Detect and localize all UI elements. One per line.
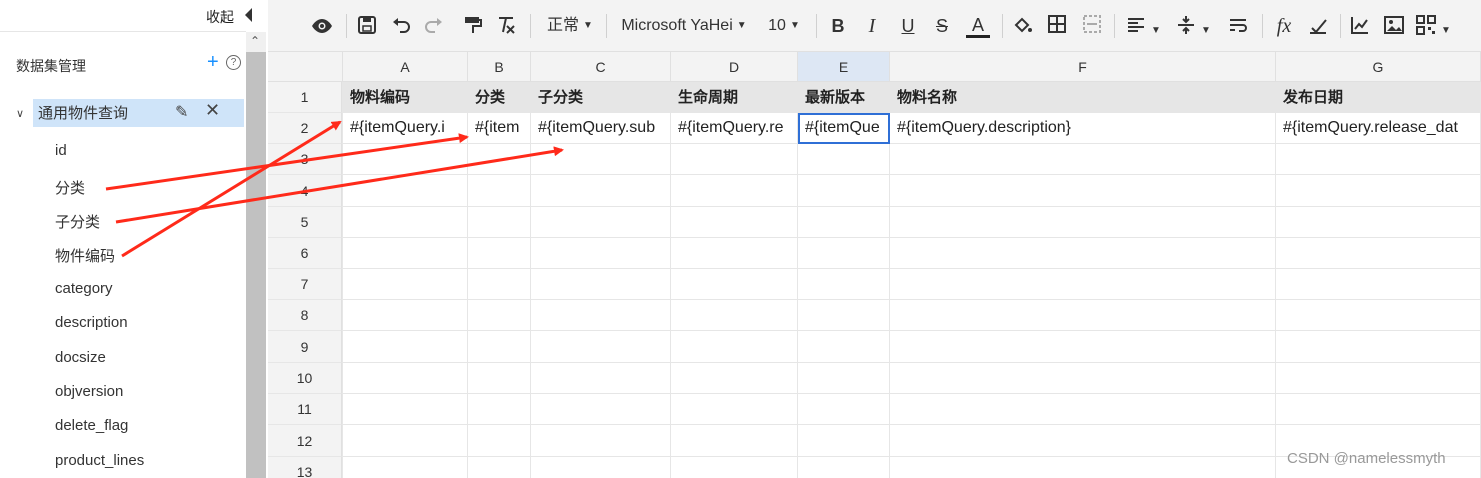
dataset-field[interactable]: product_lines bbox=[55, 452, 144, 469]
row-header[interactable]: 9 bbox=[268, 331, 342, 363]
row-header[interactable]: 3 bbox=[268, 144, 342, 175]
header-cell[interactable]: 发布日期 bbox=[1276, 82, 1480, 112]
selected-cell-outline bbox=[798, 113, 890, 144]
data-cell[interactable]: #{item bbox=[468, 113, 530, 143]
row-header[interactable]: 6 bbox=[268, 238, 342, 269]
row-header[interactable]: 1 bbox=[268, 82, 342, 113]
formula-button[interactable]: fx bbox=[1272, 14, 1296, 38]
dataset-field[interactable]: category bbox=[55, 280, 113, 297]
scrollbar-thumb[interactable] bbox=[246, 52, 266, 478]
dataset-manager-title: 数据集管理 bbox=[16, 58, 86, 74]
data-cell[interactable]: #{itemQuery.re bbox=[671, 113, 797, 143]
data-cell[interactable]: #{itemQuery.description} bbox=[890, 113, 1275, 143]
clear-format-icon[interactable] bbox=[494, 14, 518, 38]
column-header-d[interactable]: D bbox=[671, 52, 798, 82]
panel-scrollbar[interactable]: ⌃ bbox=[246, 32, 266, 478]
header-cell[interactable]: 最新版本 bbox=[798, 82, 889, 112]
merge-cells-icon[interactable] bbox=[1080, 14, 1104, 38]
fill-color-icon[interactable] bbox=[1010, 14, 1034, 38]
header-cell[interactable]: 物料名称 bbox=[890, 82, 1275, 112]
font-size-dropdown[interactable]: 10 ▼ bbox=[762, 14, 806, 38]
save-icon[interactable] bbox=[355, 14, 379, 38]
dataset-panel: 收起 数据集管理 + ? ∨ 通用物件查询 ✎ ✕ id 分类子分类物件编码 cat… bbox=[0, 0, 246, 478]
column-header-e[interactable]: E bbox=[798, 52, 890, 82]
paragraph-style-dropdown[interactable]: 正常 ▼ bbox=[540, 14, 600, 38]
row-header[interactable]: 8 bbox=[268, 300, 342, 331]
data-cell[interactable]: #{itemQuery.i bbox=[343, 113, 467, 143]
row-header[interactable]: 13 bbox=[268, 457, 342, 478]
column-header-f[interactable]: F bbox=[890, 52, 1276, 82]
row-header[interactable]: 4 bbox=[268, 175, 342, 207]
dataset-field[interactable]: 子分类 bbox=[55, 211, 100, 232]
spreadsheet-grid[interactable]: ABCDEFG 1 2 3 4 5 6 7 8 9 10 11 12 13 物料编码 分类 子分类 生命周期最… bbox=[268, 52, 1481, 478]
collapse-button[interactable]: 收起 bbox=[206, 7, 234, 27]
row-header[interactable]: 12 bbox=[268, 425, 342, 457]
column-header-a[interactable]: A bbox=[343, 52, 468, 82]
dataset-field[interactable]: objversion bbox=[55, 383, 123, 400]
column-header-c[interactable]: C bbox=[531, 52, 671, 82]
wrap-text-icon[interactable] bbox=[1226, 14, 1250, 38]
header-cell[interactable]: 物料编码 bbox=[343, 82, 467, 112]
row-header[interactable]: 10 bbox=[268, 363, 342, 394]
dataset-field[interactable]: docsize bbox=[55, 349, 106, 366]
edit-icon[interactable]: ✎ bbox=[175, 102, 188, 122]
row-header[interactable]: 2 bbox=[268, 113, 342, 144]
chart-icon[interactable] bbox=[1348, 14, 1372, 38]
dataset-field[interactable]: delete_flag bbox=[55, 417, 128, 434]
bold-button[interactable]: B bbox=[826, 14, 850, 38]
dataset-field[interactable]: description bbox=[55, 314, 128, 331]
italic-button[interactable]: I bbox=[860, 14, 884, 38]
vertical-align-dropdown[interactable]: ▼ bbox=[1174, 14, 1212, 38]
close-icon[interactable]: ✕ bbox=[205, 100, 220, 121]
horizontal-align-dropdown[interactable]: ▼ bbox=[1124, 14, 1162, 38]
undo-icon[interactable] bbox=[388, 14, 412, 38]
collapse-bar: 收起 bbox=[0, 0, 246, 32]
watermark: CSDN @namelessmyth bbox=[1287, 450, 1446, 467]
underline-button[interactable]: U bbox=[896, 14, 920, 38]
corner-cell[interactable] bbox=[268, 52, 343, 82]
image-icon[interactable] bbox=[1382, 14, 1406, 38]
row-header[interactable]: 7 bbox=[268, 269, 342, 300]
data-validation-icon[interactable] bbox=[1306, 14, 1330, 38]
preview-eye-icon[interactable] bbox=[310, 14, 334, 38]
strikethrough-button[interactable]: S bbox=[930, 14, 954, 38]
dataset-item[interactable]: 通用物件查询 ✎ ✕ bbox=[33, 99, 244, 127]
scroll-up-icon[interactable]: ⌃ bbox=[250, 34, 260, 48]
add-dataset-icon[interactable]: + bbox=[207, 51, 219, 73]
format-painter-icon[interactable] bbox=[461, 14, 485, 38]
chevron-down-icon[interactable]: ∨ bbox=[16, 107, 24, 120]
data-cell[interactable]: #{itemQuery.sub bbox=[531, 113, 670, 143]
toolbar: 正常 ▼ Microsoft YaHei ▼ 10 ▼ B I U S A ▼ ▼ f… bbox=[268, 0, 1481, 52]
dataset-field[interactable]: 物件编码 bbox=[55, 245, 115, 266]
header-cell[interactable]: 生命周期 bbox=[671, 82, 797, 112]
font-color-button[interactable]: A bbox=[966, 14, 990, 38]
font-family-dropdown[interactable]: Microsoft YaHei ▼ bbox=[616, 14, 752, 38]
collapse-arrow-icon[interactable] bbox=[245, 8, 252, 22]
row-header[interactable]: 5 bbox=[268, 207, 342, 238]
help-icon[interactable]: ? bbox=[226, 55, 241, 70]
row-header[interactable]: 11 bbox=[268, 394, 342, 425]
header-cell[interactable]: 分类 bbox=[468, 82, 530, 112]
column-header-b[interactable]: B bbox=[468, 52, 531, 82]
redo-icon[interactable] bbox=[423, 14, 447, 38]
data-cell[interactable]: #{itemQuery.release_dat bbox=[1276, 113, 1480, 143]
dataset-item-label: 通用物件查询 bbox=[38, 105, 129, 122]
border-icon[interactable] bbox=[1045, 14, 1069, 38]
header-cell[interactable]: 子分类 bbox=[531, 82, 670, 112]
qrcode-dropdown[interactable]: ▼ bbox=[1414, 14, 1452, 38]
dataset-field[interactable]: id bbox=[55, 142, 67, 159]
column-header-g[interactable]: G bbox=[1276, 52, 1481, 82]
dataset-field[interactable]: 分类 bbox=[55, 177, 85, 198]
